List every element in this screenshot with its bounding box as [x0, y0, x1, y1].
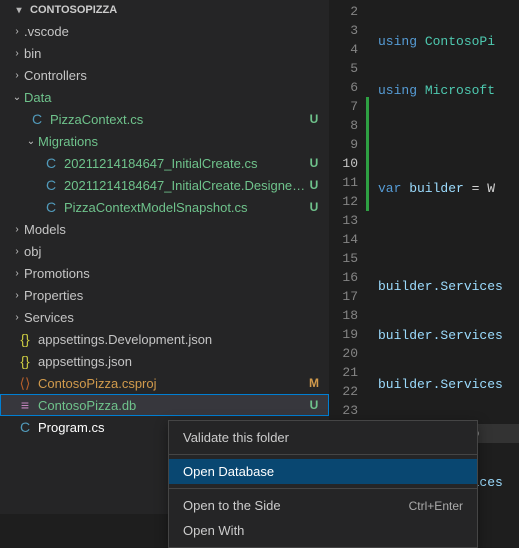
csharp-icon: C	[42, 199, 60, 215]
chevron-right-icon: ›	[10, 224, 24, 235]
folder-vscode[interactable]: › .vscode	[0, 20, 329, 42]
folder-controllers[interactable]: › Controllers	[0, 64, 329, 86]
menu-open-side[interactable]: Open to the Side Ctrl+Enter	[169, 493, 477, 518]
git-status-u: U	[307, 200, 321, 214]
folder-migrations[interactable]: ⌄ Migrations	[0, 130, 329, 152]
git-status-u: U	[307, 178, 321, 192]
git-status-u: U	[307, 156, 321, 170]
project-header[interactable]: ▾ CONTOSOPIZZA	[0, 0, 329, 20]
menu-validate-folder[interactable]: Validate this folder	[169, 425, 477, 450]
file-snapshot[interactable]: C PizzaContextModelSnapshot.cs U	[0, 196, 329, 218]
folder-models[interactable]: › Models	[0, 218, 329, 240]
project-title: CONTOSOPIZZA	[30, 4, 117, 16]
menu-separator	[169, 488, 477, 489]
menu-open-with[interactable]: Open With	[169, 518, 477, 543]
file-migration-designer[interactable]: C 20211214184647_InitialCreate.Designer.…	[0, 174, 329, 196]
file-pizzacontext[interactable]: C PizzaContext.cs U	[0, 108, 329, 130]
chevron-down-icon: ⌄	[10, 92, 24, 103]
csharp-icon: C	[42, 155, 60, 171]
file-appsettings-dev[interactable]: {} appsettings.Development.json	[0, 328, 329, 350]
csharp-icon: C	[42, 177, 60, 193]
chevron-down-icon: ▾	[12, 5, 26, 16]
menu-open-database[interactable]: Open Database	[169, 459, 477, 484]
shortcut-label: Ctrl+Enter	[409, 499, 463, 513]
folder-services[interactable]: › Services	[0, 306, 329, 328]
folder-properties[interactable]: › Properties	[0, 284, 329, 306]
folder-obj[interactable]: › obj	[0, 240, 329, 262]
menu-separator	[169, 454, 477, 455]
json-icon: {}	[16, 331, 34, 347]
git-status-u: U	[307, 112, 321, 126]
chevron-right-icon: ›	[10, 290, 24, 301]
file-db[interactable]: ≡ ContosoPizza.db U	[0, 394, 329, 416]
chevron-right-icon: ›	[10, 246, 24, 257]
csharp-icon: C	[16, 419, 34, 435]
file-migration-initialcreate[interactable]: C 20211214184647_InitialCreate.cs U	[0, 152, 329, 174]
git-status-u: U	[307, 398, 321, 412]
git-status-m: M	[307, 376, 321, 390]
chevron-right-icon: ›	[10, 70, 24, 81]
csharp-icon: C	[28, 111, 46, 127]
json-icon: {}	[16, 353, 34, 369]
xml-icon: ⟨⟩	[16, 375, 34, 392]
folder-promotions[interactable]: › Promotions	[0, 262, 329, 284]
folder-data[interactable]: ⌄ Data	[0, 86, 329, 108]
folder-bin[interactable]: › bin	[0, 42, 329, 64]
chevron-right-icon: ›	[10, 48, 24, 59]
chevron-right-icon: ›	[10, 268, 24, 279]
chevron-down-icon: ⌄	[24, 136, 38, 147]
chevron-right-icon: ›	[10, 26, 24, 37]
chevron-right-icon: ›	[10, 312, 24, 323]
file-appsettings[interactable]: {} appsettings.json	[0, 350, 329, 372]
database-icon: ≡	[16, 397, 34, 413]
context-menu: Validate this folder Open Database Open …	[168, 420, 478, 548]
file-csproj[interactable]: ⟨⟩ ContosoPizza.csproj M	[0, 372, 329, 394]
